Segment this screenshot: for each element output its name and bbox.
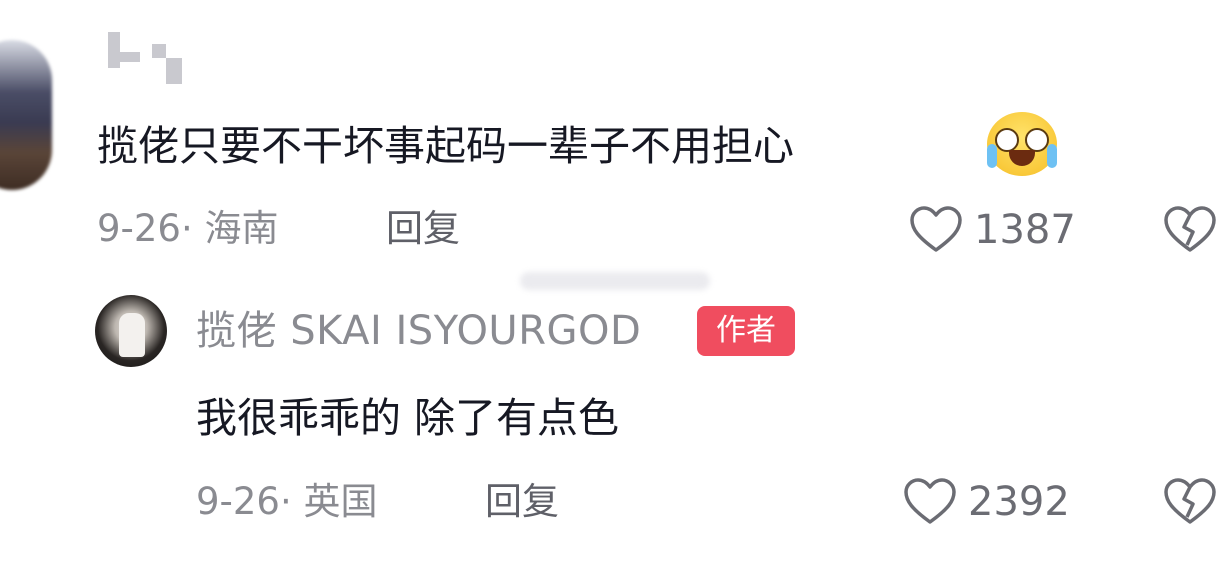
reply-reply-button[interactable]: 回复 <box>485 480 559 524</box>
reply-dislike-button[interactable] <box>1162 477 1218 527</box>
like-button[interactable] <box>908 205 964 255</box>
dislike-button[interactable] <box>1162 205 1218 255</box>
heart-icon <box>904 478 956 524</box>
commenter-username-redacted[interactable] <box>100 22 190 84</box>
comment-text: 揽佬只要不干坏事起码一辈子不用担心 <box>97 122 794 170</box>
heart-icon <box>910 206 962 252</box>
reply-date-location: 9-26· 英国 <box>196 480 378 523</box>
broken-heart-icon <box>1164 478 1216 524</box>
broken-heart-icon <box>1164 206 1216 252</box>
comment-reply-button[interactable]: 回复 <box>386 207 460 251</box>
author-username[interactable]: 揽佬 SKAI ISYOURGOD <box>196 307 641 355</box>
commenter-avatar[interactable] <box>0 40 52 190</box>
author-avatar[interactable] <box>95 295 167 367</box>
author-badge: 作者 <box>697 306 795 356</box>
like-count: 1387 <box>974 207 1076 253</box>
crying-laughing-emoji-icon <box>987 112 1057 176</box>
reply-like-count: 2392 <box>968 479 1070 525</box>
reply-like-button[interactable] <box>902 477 958 527</box>
blurred-overlay <box>520 272 710 290</box>
reply-text: 我很乖乖的 除了有点色 <box>196 394 620 442</box>
comment-date-location: 9-26· 海南 <box>97 207 279 250</box>
